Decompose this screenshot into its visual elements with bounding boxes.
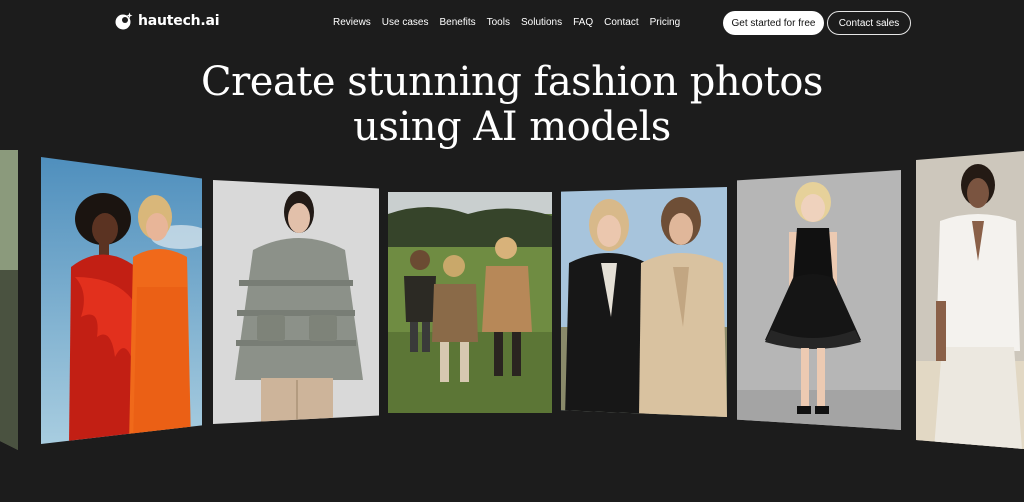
carousel-card[interactable] xyxy=(213,180,379,424)
carousel-card[interactable] xyxy=(41,157,202,444)
nav-link-faq[interactable]: FAQ xyxy=(573,17,593,28)
children-running-field-photo xyxy=(388,192,552,413)
brand-name: hautech.ai xyxy=(138,13,220,29)
hero-title-line-1: Create stunning fashion photos xyxy=(201,59,823,105)
carousel-card[interactable] xyxy=(0,150,18,450)
nav-link-use-cases[interactable]: Use cases xyxy=(382,17,429,28)
nav-link-tools[interactable]: Tools xyxy=(487,17,510,28)
nav-link-pricing[interactable]: Pricing xyxy=(650,17,681,28)
woman-grey-puffer-jacket-photo xyxy=(213,180,379,424)
hautech-logo-icon xyxy=(115,12,133,30)
hero-title-line-2: using AI models xyxy=(353,104,671,150)
logo-link[interactable]: hautech.ai xyxy=(114,10,220,32)
edge-left-photo xyxy=(0,150,18,450)
woman-white-outfit-photo xyxy=(916,151,1024,449)
carousel-card[interactable] xyxy=(388,192,552,413)
hero-title: Create stunning fashion photos using AI … xyxy=(0,60,1024,150)
nav-link-reviews[interactable]: Reviews xyxy=(333,17,371,28)
carousel-card[interactable] xyxy=(561,187,727,417)
photo-carousel xyxy=(0,145,1024,455)
contact-sales-button[interactable]: Contact sales xyxy=(827,11,911,35)
carousel-card[interactable] xyxy=(737,170,901,430)
site-header: hautech.ai Reviews Use cases Benefits To… xyxy=(0,0,1024,46)
main-nav: Reviews Use cases Benefits Tools Solutio… xyxy=(333,17,691,28)
nav-link-solutions[interactable]: Solutions xyxy=(521,17,562,28)
get-started-button[interactable]: Get started for free xyxy=(723,11,824,35)
two-women-suits-photo xyxy=(561,187,727,417)
two-women-red-orange-dresses-photo xyxy=(41,157,202,444)
nav-link-contact[interactable]: Contact xyxy=(604,17,638,28)
carousel-card[interactable] xyxy=(916,151,1024,449)
girl-black-tulle-dress-photo xyxy=(737,170,901,430)
nav-link-benefits[interactable]: Benefits xyxy=(439,17,475,28)
